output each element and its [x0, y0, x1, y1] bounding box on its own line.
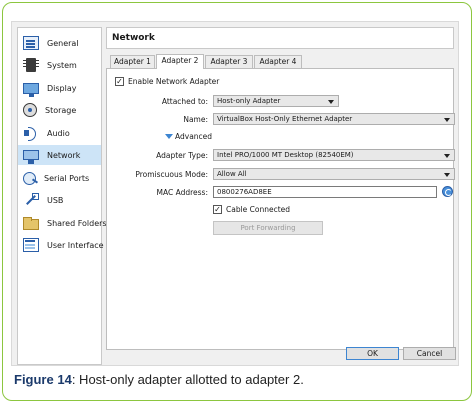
adapter-type-select[interactable]: Intel PRO/1000 MT Desktop (82540EM): [213, 149, 455, 161]
system-icon: [23, 58, 39, 72]
tab-adapter-1[interactable]: Adapter 1: [110, 55, 155, 68]
sidebar-item-general[interactable]: General: [18, 33, 101, 53]
sidebar-item-label: Audio: [47, 128, 70, 138]
sidebar-item-serial-ports[interactable]: Serial Ports: [18, 168, 101, 188]
tab-adapter-3[interactable]: Adapter 3: [205, 55, 253, 68]
display-icon: [23, 82, 39, 97]
name-select[interactable]: VirtualBox Host-Only Ethernet Adapter: [213, 113, 455, 125]
figure-caption: Figure 14: Host-only adapter allotted to…: [14, 372, 464, 392]
sidebar-item-label: Storage: [45, 105, 77, 115]
cancel-button[interactable]: Cancel: [403, 347, 456, 360]
adapter-type-label: Adapter Type:: [156, 151, 208, 160]
sidebar-item-system[interactable]: System: [18, 55, 101, 75]
user-interface-icon: [23, 238, 39, 252]
network-icon: [23, 150, 39, 164]
caption-text: : Host-only adapter allotted to adapter …: [71, 372, 304, 387]
caption-number: 14: [57, 372, 72, 387]
promiscuous-mode-select[interactable]: Allow All: [213, 168, 455, 180]
cable-connected-label: Cable Connected: [226, 205, 291, 214]
enable-adapter-label: Enable Network Adapter: [128, 77, 220, 86]
adapter-type-value: Intel PRO/1000 MT Desktop (82540EM): [217, 151, 354, 159]
attached-to-value: Host-only Adapter: [217, 97, 281, 105]
sidebar-item-network[interactable]: Network: [18, 145, 101, 165]
serial-ports-icon: [23, 171, 36, 185]
sidebar-item-label: Shared Folders: [47, 218, 107, 228]
settings-sidebar: General System Display Storage Audio Net…: [17, 27, 107, 365]
port-forwarding-button[interactable]: Port Forwarding: [213, 221, 323, 235]
enable-adapter-checkbox[interactable]: ✓: [115, 77, 124, 86]
advanced-toggle-label[interactable]: Advanced: [175, 132, 212, 141]
expand-advanced-icon[interactable]: [165, 134, 173, 139]
name-value: VirtualBox Host-Only Ethernet Adapter: [217, 115, 353, 123]
refresh-icon[interactable]: [442, 186, 453, 197]
sidebar-item-label: System: [47, 60, 77, 70]
cable-connected-checkbox[interactable]: ✓: [213, 205, 222, 214]
sidebar-item-storage[interactable]: Storage: [18, 100, 101, 120]
tab-adapter-4[interactable]: Adapter 4: [254, 55, 302, 68]
storage-icon: [23, 103, 37, 117]
sidebar-item-label: Serial Ports: [44, 173, 90, 183]
sidebar-item-label: User Interface: [47, 240, 104, 250]
name-label: Name:: [183, 115, 208, 124]
mac-address-input[interactable]: 0800276AD8EE: [213, 186, 437, 198]
page-title: Network: [106, 27, 454, 49]
caption-label: Figure: [14, 372, 54, 387]
sidebar-item-label: Display: [47, 83, 77, 93]
tab-adapter-2[interactable]: Adapter 2: [156, 54, 204, 69]
promiscuous-mode-label: Promiscuous Mode:: [135, 170, 208, 179]
chevron-down-icon: [328, 100, 334, 104]
attached-to-label: Attached to:: [161, 97, 208, 106]
general-icon: [23, 36, 39, 50]
mac-address-label: MAC Address:: [156, 188, 209, 197]
adapter-panel: ✓ Enable Network Adapter Attached to: Ho…: [106, 68, 455, 350]
settings-dialog: General System Display Storage Audio Net…: [11, 21, 459, 366]
shared-folders-icon: [23, 216, 39, 230]
promiscuous-mode-value: Allow All: [217, 170, 247, 178]
sidebar-item-shared-folders[interactable]: Shared Folders: [18, 213, 107, 233]
sidebar-item-audio[interactable]: Audio: [18, 123, 101, 143]
usb-icon: [23, 193, 39, 207]
chevron-down-icon: [444, 154, 450, 158]
audio-icon: [23, 126, 39, 141]
sidebar-item-label: General: [47, 38, 79, 48]
sidebar-item-user-interface[interactable]: User Interface: [18, 235, 104, 255]
sidebar-item-usb[interactable]: USB: [18, 190, 101, 210]
attached-to-select[interactable]: Host-only Adapter: [213, 95, 339, 107]
sidebar-item-display[interactable]: Display: [18, 78, 101, 98]
sidebar-item-label: Network: [47, 150, 81, 160]
sidebar-item-label: USB: [47, 195, 64, 205]
chevron-down-icon: [444, 118, 450, 122]
chevron-down-icon: [444, 173, 450, 177]
ok-button[interactable]: OK: [346, 347, 399, 360]
